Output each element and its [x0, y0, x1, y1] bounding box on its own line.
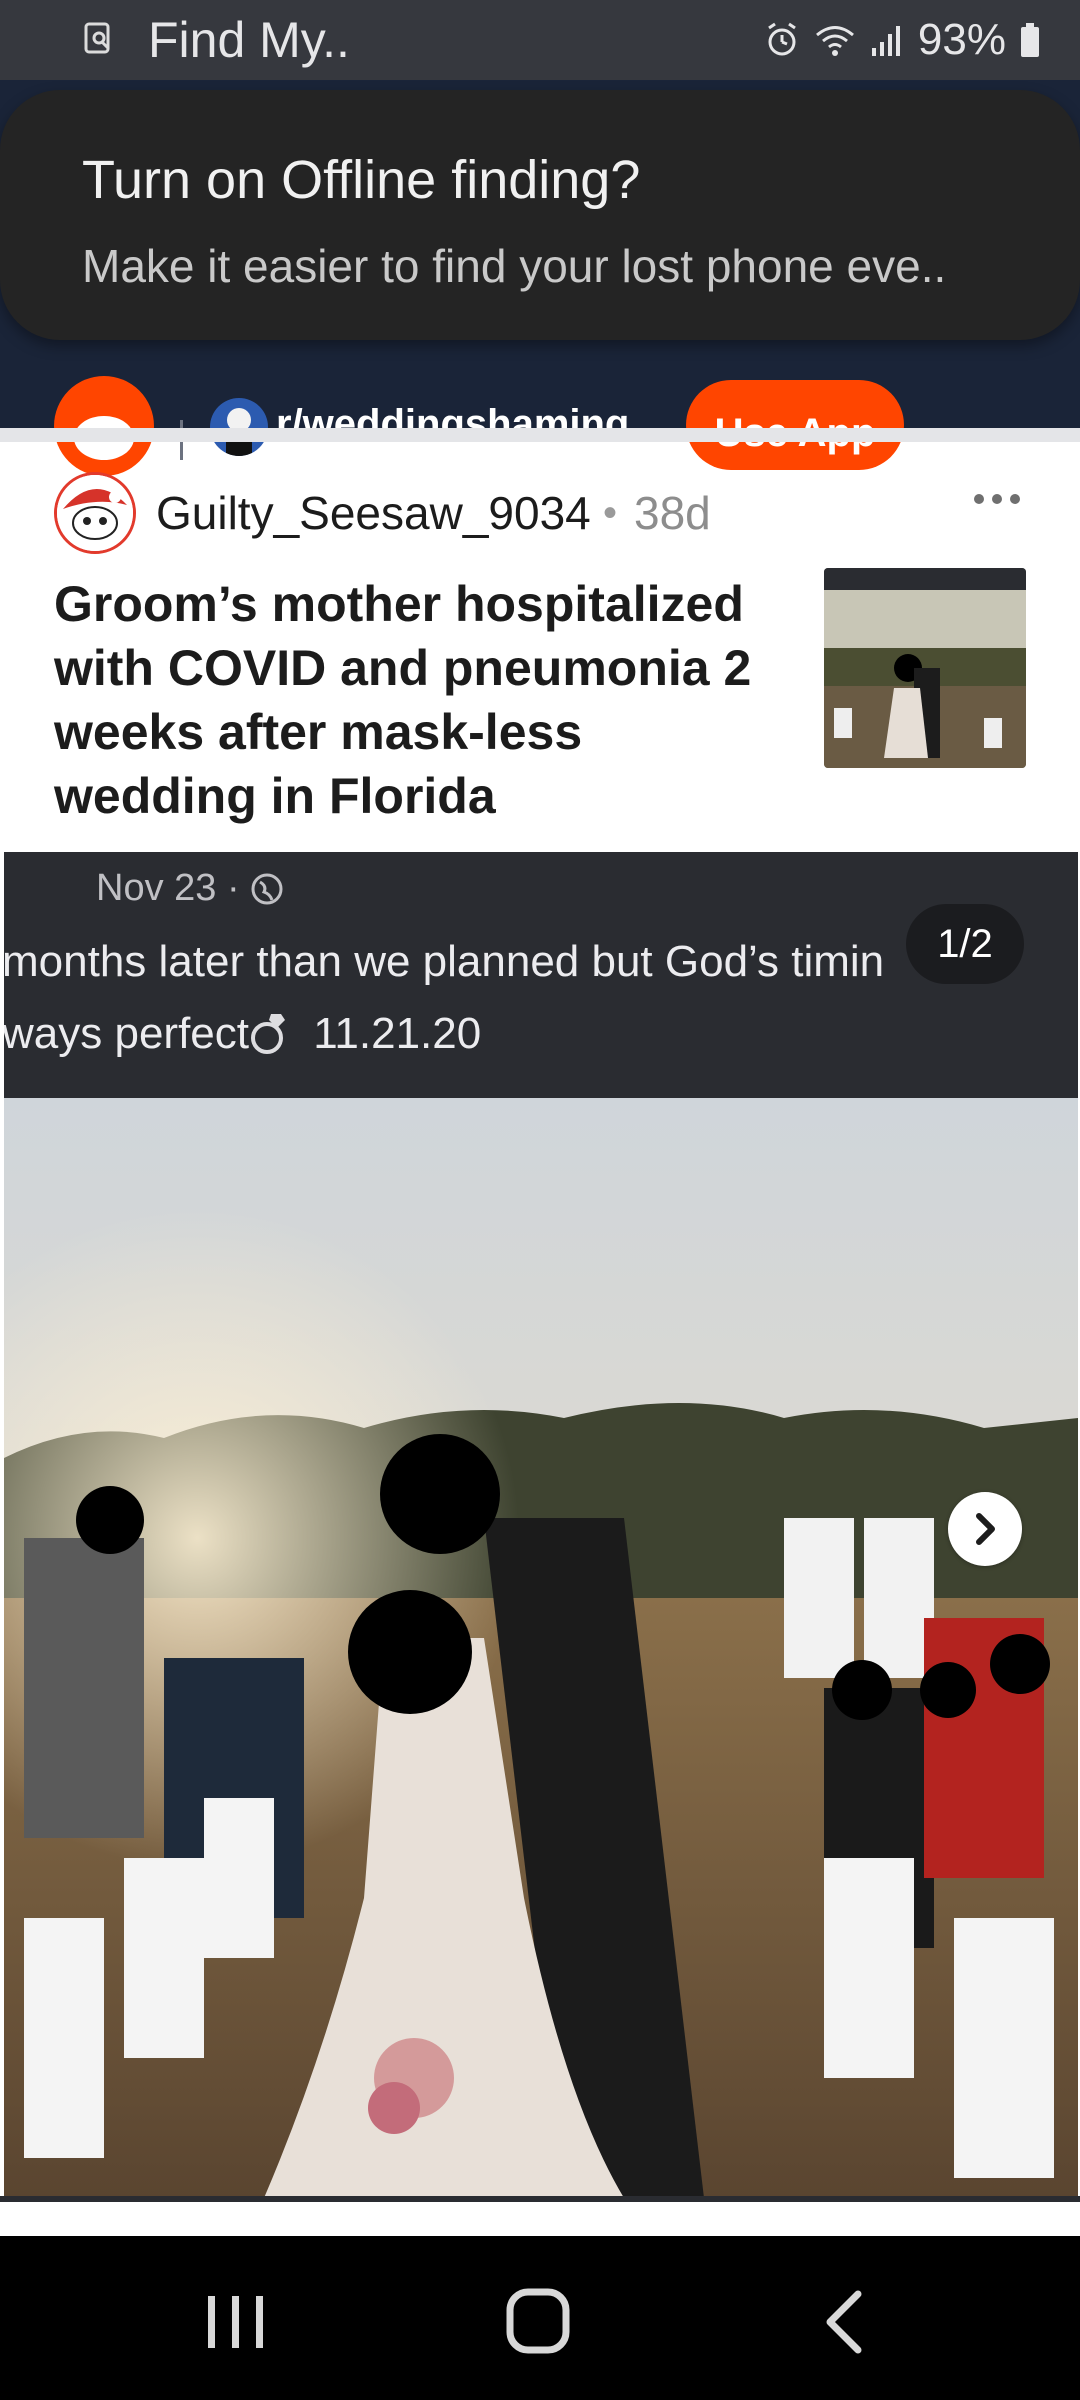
gallery-counter: 1/2 — [906, 904, 1024, 984]
post-age: 38d — [634, 487, 711, 539]
subreddit-name[interactable]: r/weddingshaming — [276, 396, 629, 452]
notification-body: Make it easier to find your lost phone e… — [82, 240, 947, 292]
battery-icon — [1021, 23, 1039, 57]
gallery-bottom-border — [0, 2196, 1080, 2202]
post-thumbnail[interactable] — [824, 568, 1026, 768]
status-bar: Find My.. 93% — [0, 0, 1080, 80]
screenshot-caption-area: Nov 23 · months later than we planned bu… — [4, 852, 1078, 1098]
meta-separator: • — [603, 491, 618, 535]
battery-percent: 93% — [917, 15, 1006, 64]
gallery-next-button[interactable] — [948, 1492, 1022, 1566]
offline-finding-notification[interactable]: Turn on Offline finding? Make it easier … — [0, 90, 1080, 340]
alarm-icon — [768, 22, 796, 56]
notification-title: Turn on Offline finding? — [82, 150, 641, 210]
chevron-right-icon — [976, 1513, 995, 1545]
navigation-bar — [0, 2236, 1080, 2400]
caption-line-1: months later than we planned but God’s t… — [4, 937, 885, 986]
use-app-button[interactable]: Use App — [686, 380, 904, 470]
author-avatar[interactable] — [54, 472, 136, 554]
status-app-title: Find My.. — [148, 12, 350, 68]
wifi-icon — [815, 26, 854, 56]
gallery-date: Nov 23 · — [96, 864, 284, 912]
post-gallery[interactable]: Nov 23 · months later than we planned bu… — [4, 852, 1078, 2202]
ring-icon — [250, 1014, 285, 1054]
reddit-logo[interactable] — [54, 376, 154, 476]
caption-line-2: ways perfect 11.21.20 — [4, 1009, 482, 1058]
header-shadow-divider — [0, 428, 1080, 442]
back-icon[interactable] — [784, 2286, 904, 2356]
post-title[interactable]: Groom’s mother hospitalized with COVID a… — [54, 572, 794, 828]
globe-icon — [251, 873, 283, 905]
signal-icon — [871, 26, 900, 56]
home-icon[interactable] — [478, 2286, 598, 2356]
recent-apps-icon[interactable] — [176, 2286, 296, 2356]
status-icons: 93% — [764, 10, 1040, 70]
more-options-icon[interactable] — [974, 494, 1024, 506]
find-my-app-icon — [84, 22, 112, 54]
post-author[interactable]: Guilty_Seesaw_9034 — [156, 486, 591, 540]
wedding-photo — [4, 1098, 1078, 2198]
subreddit-avatar[interactable] — [210, 398, 268, 456]
